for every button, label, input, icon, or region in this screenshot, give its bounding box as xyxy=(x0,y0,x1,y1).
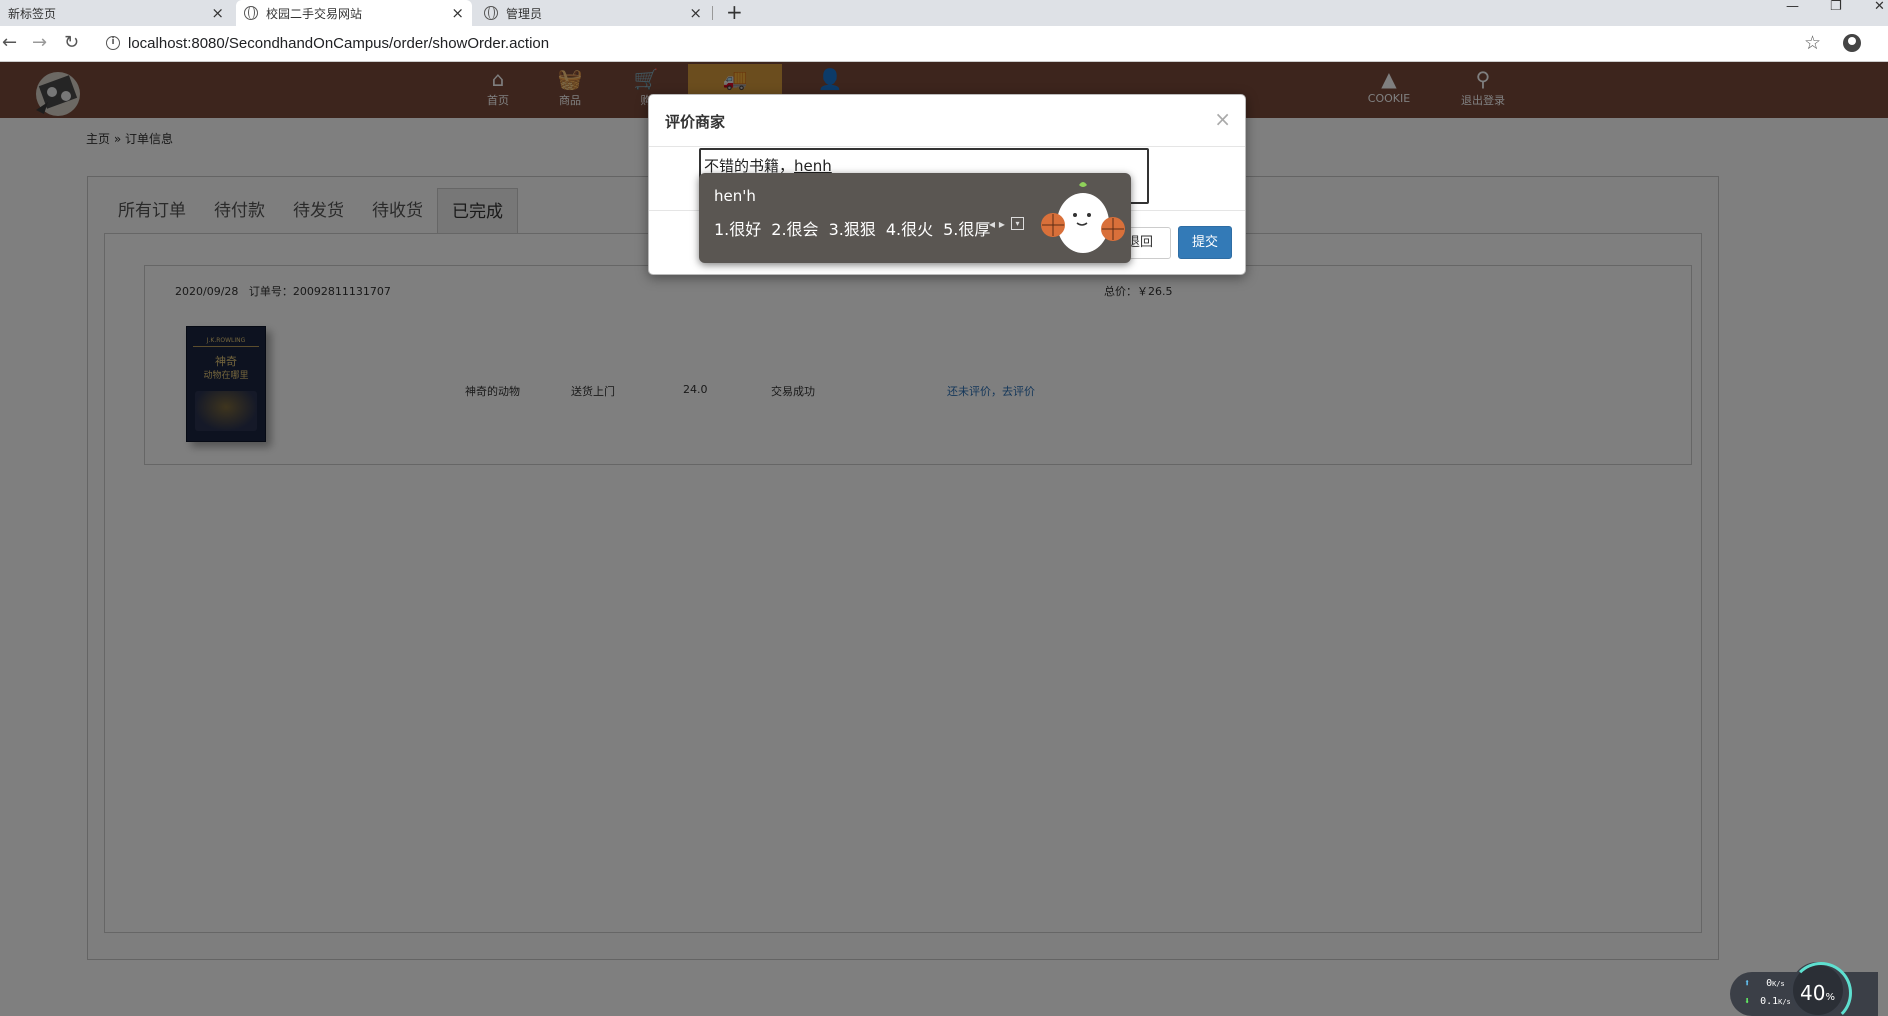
browser-tab-new[interactable]: 新标签页 × xyxy=(0,0,232,26)
ime-page-arrows-icon[interactable]: ◂ ▸ xyxy=(989,217,1005,231)
ime-mascot-icon xyxy=(1041,182,1125,253)
close-icon[interactable]: × xyxy=(1214,107,1231,131)
ime-candidate[interactable]: 2.很会 xyxy=(771,216,818,240)
tab-separator xyxy=(712,6,713,20)
upload-unit: K/s xyxy=(1772,980,1785,988)
download-value: 0.1 xyxy=(1760,996,1779,1007)
reload-icon[interactable]: ↻ xyxy=(64,32,79,54)
ime-candidates: 1.很好 2.很会 3.狠狠 4.很火 5.很厚 xyxy=(714,216,990,240)
window-close-icon[interactable]: ✕ xyxy=(1874,0,1885,26)
modal-title: 评价商家 xyxy=(665,113,726,131)
tab-title: 新标签页 xyxy=(8,6,57,21)
ime-candidate[interactable]: 1.很好 xyxy=(714,216,761,240)
browser-tab-bar: 新标签页 × 校园二手交易网站 × 管理员 × + — ❐ ✕ xyxy=(0,0,1888,26)
address-bar: ← → ↻ i localhost:8080/SecondhandOnCampu… xyxy=(0,26,1888,62)
tab-title: 管理员 xyxy=(506,6,543,21)
info-icon[interactable]: i xyxy=(106,36,120,50)
globe-icon xyxy=(484,6,498,20)
ime-candidate[interactable]: 3.狠狠 xyxy=(829,216,876,240)
ime-expand-icon[interactable]: ▾ xyxy=(1011,217,1024,230)
bookmark-star-icon[interactable]: ☆ xyxy=(1804,32,1821,54)
close-icon[interactable]: × xyxy=(451,4,464,22)
cpu-usage-unit: % xyxy=(1825,992,1835,1003)
ime-candidate-window: hen'h 1.很好 2.很会 3.狠狠 4.很火 5.很厚 ◂ ▸ ▾ xyxy=(699,173,1131,263)
cpu-usage-value: 40 xyxy=(1800,981,1826,1005)
ime-candidate[interactable]: 4.很火 xyxy=(886,216,933,240)
download-speed: ⬇ 0.1K/s xyxy=(1744,996,1791,1007)
forward-arrow-icon[interactable]: → xyxy=(32,32,47,54)
submit-button[interactable]: 提交 xyxy=(1178,226,1232,259)
cpu-usage: 40% xyxy=(1800,981,1835,1005)
tab-title: 校园二手交易网站 xyxy=(266,6,363,21)
modal-header: 评价商家 × xyxy=(649,95,1245,147)
close-icon[interactable]: × xyxy=(689,4,702,22)
browser-tab-campus[interactable]: 校园二手交易网站 × xyxy=(236,0,472,26)
upload-arrow-icon: ⬆ xyxy=(1744,978,1751,989)
back-arrow-icon[interactable]: ← xyxy=(2,32,17,54)
ime-candidate[interactable]: 5.很厚 xyxy=(943,216,990,240)
minimize-icon[interactable]: — xyxy=(1786,0,1799,26)
globe-icon xyxy=(244,6,258,20)
browser-tab-admin[interactable]: 管理员 × xyxy=(476,0,710,26)
download-unit: K/s xyxy=(1778,998,1791,1006)
menu-kebab-icon[interactable]: ⋮ xyxy=(1880,32,1888,53)
download-arrow-icon: ⬇ xyxy=(1744,996,1751,1007)
url-field[interactable]: localhost:8080/SecondhandOnCampus/order/… xyxy=(128,35,549,52)
upload-speed: ⬆ 0K/s xyxy=(1744,978,1785,989)
close-icon[interactable]: × xyxy=(211,4,224,22)
restore-icon[interactable]: ❐ xyxy=(1830,0,1842,26)
ime-composition: hen'h xyxy=(714,187,756,205)
new-tab-button[interactable]: + xyxy=(726,0,743,26)
account-icon[interactable] xyxy=(1843,34,1861,52)
